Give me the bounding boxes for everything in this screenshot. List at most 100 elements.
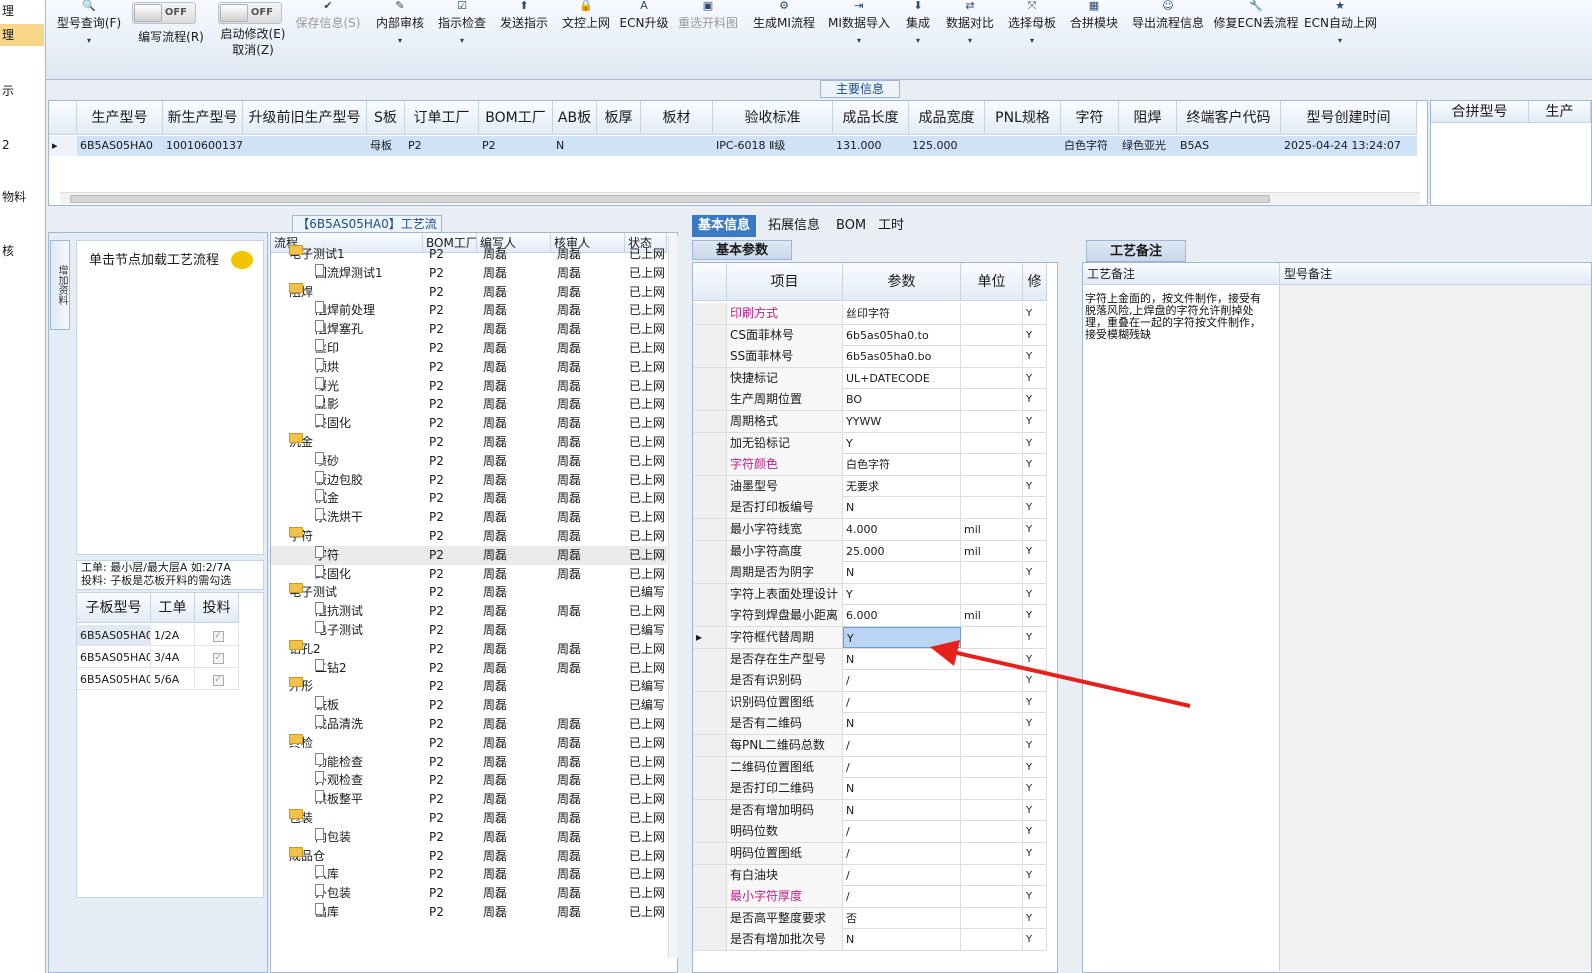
dropdown-icon[interactable]: ▾ bbox=[826, 34, 892, 48]
param-value[interactable]: / bbox=[843, 670, 961, 692]
main-cell[interactable] bbox=[985, 136, 1061, 156]
param-value[interactable]: / bbox=[843, 735, 961, 756]
main-col-header[interactable]: AB板 bbox=[553, 101, 597, 135]
param-row[interactable]: 是否打印板编号 N Y bbox=[693, 497, 1047, 519]
param-row[interactable]: 字符颜色 白色字符 Y bbox=[693, 454, 1047, 476]
param-row[interactable]: 印刷方式 丝印字符 Y bbox=[693, 303, 1047, 325]
combo-col-header[interactable]: 生产 bbox=[1529, 101, 1591, 123]
tree-row[interactable]: 沉金 P2 周磊 周磊 已上网 bbox=[271, 489, 667, 508]
mi-import-button[interactable]: ⇥ MI数据导入 ▾ bbox=[826, 0, 892, 48]
save-info-button[interactable]: ✔ 保存信息(S) bbox=[292, 0, 364, 34]
start-modify-toggle[interactable]: OFF bbox=[218, 2, 282, 24]
param-value[interactable]: N bbox=[843, 799, 961, 821]
tree-row[interactable]: 电子测试 P2 周磊 已编写 bbox=[271, 621, 667, 640]
tree-row[interactable]: 板边包胶 P2 周磊 周磊 已上网 bbox=[271, 470, 667, 490]
main-cell[interactable]: 131.000 bbox=[833, 136, 909, 156]
tree-row[interactable]: 功能检查 P2 周磊 周磊 已上网 bbox=[271, 752, 667, 772]
main-col-header[interactable]: PNL规格 bbox=[985, 101, 1061, 135]
param-value[interactable]: N bbox=[843, 929, 961, 951]
param-row[interactable]: 二维码位置图纸 / Y bbox=[693, 756, 1047, 779]
dropdown-icon[interactable]: ▾ bbox=[1304, 34, 1376, 48]
main-col-header[interactable]: 升级前旧生产型号 bbox=[243, 101, 367, 135]
param-row[interactable]: 字符上表面处理设计 Y Y bbox=[693, 583, 1047, 606]
main-col-header[interactable]: BOM工厂 bbox=[479, 101, 553, 135]
sub-cell-order[interactable]: 3/4A bbox=[151, 647, 195, 668]
main-cell[interactable]: B5AS bbox=[1177, 136, 1281, 156]
sub-col-header[interactable]: 子板型号 bbox=[77, 593, 151, 623]
params-col-header[interactable]: 修 bbox=[1023, 263, 1047, 301]
feed-checkbox[interactable]: ✓ bbox=[212, 652, 224, 664]
dropdown-icon[interactable]: ▾ bbox=[898, 34, 938, 48]
param-row[interactable]: 周期格式 YYWW Y bbox=[693, 411, 1047, 433]
side-tab-add-data[interactable]: 增加资料 bbox=[50, 240, 70, 330]
data-compare-button[interactable]: ⇄ 数据对比 ▾ bbox=[942, 0, 998, 48]
param-row[interactable]: 是否有识别码 / Y bbox=[693, 670, 1047, 692]
main-cell[interactable]: P2 bbox=[405, 136, 479, 156]
dropdown-icon[interactable]: ▾ bbox=[1002, 34, 1062, 48]
param-row[interactable]: 最小字符线宽 4.000 mil Y bbox=[693, 519, 1047, 541]
tree-row[interactable]: 水洗烘干 P2 周磊 周磊 已上网 bbox=[271, 508, 667, 527]
sub-cell-model[interactable]: 6B5AS05HA0 bbox=[77, 647, 151, 668]
tree-row[interactable]: 喷砂 P2 周磊 周磊 已上网 bbox=[271, 451, 667, 471]
param-value[interactable]: 白色字符 bbox=[843, 454, 961, 476]
tree-row[interactable]: 阻焊塞孔 P2 周磊 周磊 已上网 bbox=[271, 320, 667, 339]
combo-col-header[interactable]: 合拼型号 bbox=[1431, 101, 1529, 123]
left-nav-item[interactable]: 物料 bbox=[0, 186, 44, 208]
param-row[interactable]: 每PNL二维码总数 / Y bbox=[693, 735, 1047, 757]
internal-review-button[interactable]: ✎ 内部审核 ▾ bbox=[372, 0, 428, 48]
tree-scrollbar[interactable] bbox=[668, 236, 678, 958]
param-value[interactable]: / bbox=[843, 821, 961, 843]
sub-col-header[interactable]: 投料 bbox=[195, 593, 239, 623]
main-cell[interactable] bbox=[597, 136, 641, 156]
dropdown-icon[interactable]: ▾ bbox=[52, 34, 126, 48]
main-col-header[interactable]: 字符 bbox=[1061, 101, 1119, 135]
param-value[interactable]: 4.000 bbox=[843, 519, 961, 540]
main-col-header[interactable]: 新生产型号 bbox=[163, 101, 243, 135]
sub-cell-feed[interactable]: ✓ bbox=[195, 625, 239, 646]
param-row[interactable]: 最小字符高度 25.000 mil Y bbox=[693, 540, 1047, 563]
tree-row[interactable]: −沉金 P2 周磊 周磊 已上网 bbox=[271, 433, 667, 452]
main-cell[interactable]: 6B5AS05HA0 bbox=[77, 136, 163, 156]
param-value[interactable]: Y bbox=[843, 627, 961, 648]
param-row[interactable]: 明码位置图纸 / Y bbox=[693, 843, 1047, 865]
feed-checkbox[interactable]: ✓ bbox=[212, 674, 224, 686]
dropdown-icon[interactable]: ▾ bbox=[434, 34, 490, 48]
param-value[interactable]: 25.000 bbox=[843, 540, 961, 562]
param-value[interactable]: N bbox=[843, 713, 961, 735]
tree-row[interactable]: 阻焊前处理 P2 周磊 周磊 已上网 bbox=[271, 301, 667, 320]
param-row[interactable]: 明码位数 / Y bbox=[693, 821, 1047, 843]
tree-row[interactable]: 终固化 P2 周磊 周磊 已上网 bbox=[271, 564, 667, 584]
tree-row[interactable]: 丝印 P2 周磊 周磊 已上网 bbox=[271, 339, 667, 358]
tree-row[interactable]: −外形 P2 周磊 已编写 bbox=[271, 677, 667, 696]
dropdown-icon[interactable]: ▾ bbox=[942, 34, 998, 48]
sub-cell-model[interactable]: 6B5AS05HA0 bbox=[77, 669, 151, 690]
tree-row[interactable]: 阻抗测试 P2 周磊 周磊 已上网 bbox=[271, 602, 667, 621]
tree-row[interactable]: 回流焊测试1 P2 周磊 周磊 已上网 bbox=[271, 263, 667, 283]
left-nav-item[interactable]: 2 bbox=[0, 134, 44, 156]
sub-cell-order[interactable]: 5/6A bbox=[151, 669, 195, 690]
param-value[interactable]: / bbox=[843, 756, 961, 778]
param-value[interactable]: Y bbox=[843, 432, 961, 454]
left-nav-item[interactable]: 示 bbox=[0, 80, 44, 102]
tab-3[interactable]: 工时 bbox=[872, 215, 910, 237]
param-value[interactable]: BO bbox=[843, 389, 961, 411]
main-cell[interactable]: 绿色亚光 bbox=[1119, 136, 1177, 156]
param-value[interactable]: N bbox=[843, 497, 961, 519]
instruction-check-button[interactable]: ☑ 指示检查 ▾ bbox=[434, 0, 490, 48]
main-col-header[interactable]: 型号创建时间 bbox=[1281, 101, 1417, 135]
param-row[interactable]: 字符到焊盘最小距离 6.000 mil Y bbox=[693, 605, 1047, 627]
params-col-header[interactable]: 项目 bbox=[727, 263, 843, 301]
tree-row[interactable]: 成品清洗 P2 周磊 周磊 已上网 bbox=[271, 715, 667, 734]
fix-ecn-button[interactable]: 🔧 修复ECN丢流程 bbox=[1212, 0, 1300, 34]
main-cell[interactable]: 125.000 bbox=[909, 136, 985, 156]
param-row[interactable]: 加无铅标记 Y Y bbox=[693, 432, 1047, 455]
left-nav-item[interactable]: 理 bbox=[0, 0, 44, 22]
main-col-header[interactable]: 阻焊 bbox=[1119, 101, 1177, 135]
main-col-header[interactable]: S板 bbox=[367, 101, 405, 135]
param-value[interactable]: YYWW bbox=[843, 411, 961, 432]
tree-row[interactable]: 出库 P2 周磊 周磊 已上网 bbox=[271, 903, 667, 922]
gen-mi-flow-button[interactable]: ⚙ 生成MI流程 bbox=[748, 0, 820, 34]
tree-row[interactable]: 外包装 P2 周磊 周磊 已上网 bbox=[271, 884, 667, 903]
params-col-header[interactable]: 单位 bbox=[961, 263, 1023, 301]
param-row[interactable]: 生产周期位置 BO Y bbox=[693, 389, 1047, 411]
